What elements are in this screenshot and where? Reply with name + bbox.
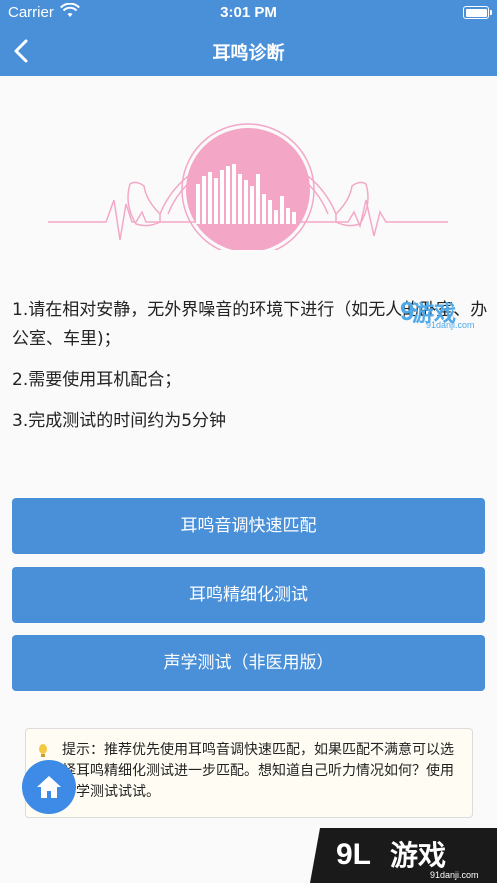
- watermark-subtext: 91danji.com: [426, 320, 475, 330]
- tip-box: 提示：推荐优先使用耳鸣音调快速匹配，如果匹配不满意可以选择耳鸣精细化测试进一步匹…: [25, 728, 473, 818]
- home-button[interactable]: [22, 760, 76, 814]
- svg-text:9L: 9L: [336, 838, 371, 871]
- tip-text: 提示：推荐优先使用耳鸣音调快速匹配，如果匹配不满意可以选择耳鸣精细化测试进一步匹…: [62, 742, 454, 800]
- headphones-sound-wave-illustration: [48, 104, 448, 257]
- clock: 3:01 PM: [220, 4, 277, 21]
- instruction-item: 3.完成测试的时间约为5分钟: [12, 411, 227, 431]
- lightbulb-icon: [39, 744, 47, 757]
- watermark-subtext: 91danji.com: [430, 870, 479, 880]
- acoustic-test-button[interactable]: 声学测试（非医用版）: [12, 635, 485, 691]
- battery-icon: [463, 6, 492, 19]
- page-title: 耳鸣诊断: [212, 43, 285, 64]
- detailed-test-button[interactable]: 耳鸣精细化测试: [12, 567, 485, 623]
- watermark-logo: 9 游戏 91danji.com: [398, 292, 497, 334]
- home-icon: [37, 776, 61, 798]
- instruction-item: 2.需要使用耳机配合；: [12, 370, 182, 390]
- watermark-text: 游戏: [390, 840, 447, 871]
- watermark-logo: 9L 游戏 91danji.com: [310, 828, 497, 883]
- status-bar: Carrier 3:01 PM: [0, 0, 497, 26]
- nav-bar: 耳鸣诊断: [0, 26, 497, 76]
- quick-match-button[interactable]: 耳鸣音调快速匹配: [12, 498, 485, 554]
